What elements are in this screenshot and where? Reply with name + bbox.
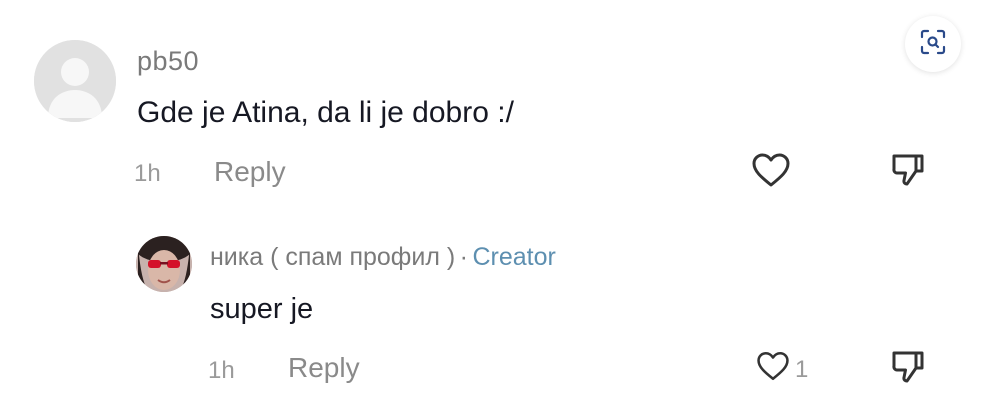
reply-text: super je (210, 293, 314, 325)
reply-button[interactable]: Reply (214, 156, 286, 188)
reply-timestamp: 1h (208, 357, 235, 384)
creator-badge: Creator (472, 243, 556, 271)
reply-header: ника ( спам профил ) · Creator (210, 243, 556, 272)
comment-timestamp: 1h (134, 160, 161, 187)
default-avatar-icon (34, 40, 116, 122)
visual-search-button[interactable] (905, 16, 961, 72)
avatar[interactable] (34, 40, 116, 122)
comment-username[interactable]: pb50 (137, 46, 199, 77)
heart-outline-icon (756, 350, 790, 387)
reply-avatar[interactable] (136, 236, 192, 292)
like-count: 1 (795, 356, 809, 383)
reply-dislike-button[interactable] (886, 347, 930, 391)
like-button[interactable] (748, 150, 794, 194)
thumbs-down-icon (890, 152, 926, 193)
visual-search-icon (920, 29, 946, 60)
reply-username[interactable]: ника ( спам профил ) (210, 243, 455, 271)
reply-reply-button[interactable]: Reply (288, 352, 360, 384)
thumbs-down-icon (890, 349, 926, 390)
comment-text: Gde je Atina, da li je dobro :/ (137, 96, 514, 129)
heart-outline-icon (751, 152, 791, 193)
user-photo-avatar (136, 236, 192, 292)
separator-dot: · (459, 243, 468, 271)
reply-like-button[interactable] (754, 347, 792, 389)
dislike-button[interactable] (886, 150, 930, 194)
